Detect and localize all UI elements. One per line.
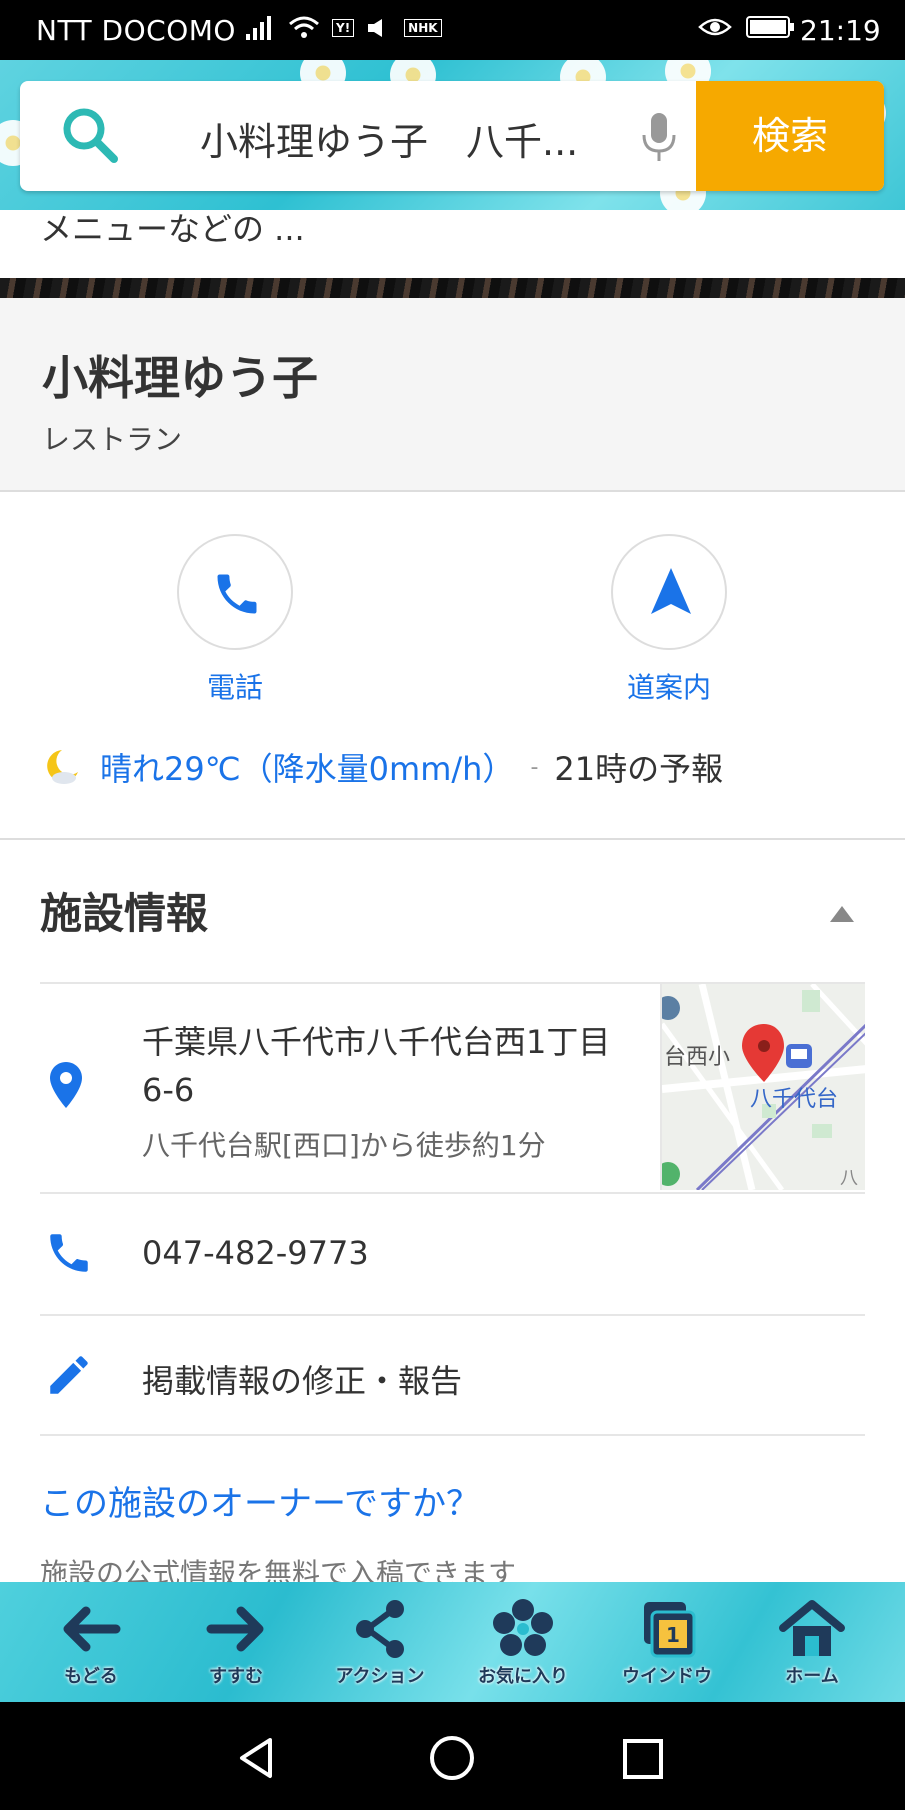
forward-button[interactable]: すすむ — [176, 1598, 296, 1688]
directions-label[interactable]: 道案内 — [609, 666, 729, 706]
call-button[interactable]: 電話 — [175, 534, 295, 706]
search-input[interactable]: 小料理ゆう子 八千... — [200, 111, 578, 166]
window-button[interactable]: 1 ウインドウ — [607, 1598, 727, 1688]
forecast-time: 21時の予報 — [554, 750, 724, 788]
microphone-icon[interactable] — [634, 109, 684, 165]
collapse-arrow-icon[interactable] — [830, 906, 854, 922]
status-icons-left: Y! NHK — [244, 14, 442, 42]
directions-button[interactable]: 道案内 — [609, 534, 729, 706]
owner-link[interactable]: この施設のオーナーですか？ — [40, 1476, 480, 1525]
pencil-icon — [50, 1356, 88, 1394]
action-button[interactable]: アクション — [320, 1598, 440, 1688]
address-text: 千葉県八千代市八千代台西1丁目6-6 — [142, 1023, 611, 1109]
arrow-right-icon — [206, 1606, 264, 1652]
forward-label: すすむ — [209, 1666, 263, 1687]
battery-icon — [746, 16, 794, 38]
home-icon — [779, 1600, 845, 1656]
favorites-button[interactable]: お気に入り — [463, 1598, 583, 1688]
phone-row[interactable]: 047-482-9773 — [40, 1192, 865, 1314]
image-strip — [0, 278, 905, 298]
result-snippet: メニューなどの ... — [0, 210, 905, 278]
map-edge-label: 八 — [840, 1168, 858, 1189]
window-label: ウインドウ — [622, 1666, 712, 1687]
carrier-name: NTT DOCOMO — [36, 14, 236, 47]
signal-icon — [246, 16, 271, 40]
phone-icon — [50, 1234, 88, 1272]
map-graphic: 台西小 八千代台 八 — [662, 984, 865, 1190]
navigation-arrow-icon — [651, 568, 691, 614]
weather-text[interactable]: 晴れ29℃（降水量0mm/h） — [100, 744, 514, 790]
arrow-left-icon — [63, 1606, 121, 1652]
place-category: レストラン — [42, 423, 183, 456]
speaker-icon — [368, 19, 383, 37]
window-count: 1 — [666, 1623, 680, 1647]
flower-icon — [493, 1599, 553, 1656]
eye-icon — [698, 18, 732, 36]
status-icons-right — [698, 14, 796, 40]
search-button[interactable]: 検索 — [696, 81, 884, 191]
bottom-toolbar: もどる すすむ アクション お気に入り 1 ウインドウ ホーム — [0, 1582, 905, 1702]
map-station-label: 八千代台 — [750, 1087, 838, 1112]
system-nav-bar — [0, 1702, 905, 1810]
action-panel: 電話 道案内 晴れ29℃（降水量0mm/h） - 21時の予報 — [0, 492, 905, 842]
home-button[interactable]: ホーム — [752, 1598, 872, 1688]
report-link[interactable]: 掲載情報の修正・報告 — [142, 1356, 462, 1402]
back-button[interactable]: もどる — [31, 1598, 151, 1688]
location-pin-icon — [50, 1062, 82, 1108]
section-divider — [0, 838, 905, 840]
favorites-label: お気に入り — [478, 1666, 568, 1687]
snippet-text: メニューなどの ... — [40, 210, 305, 248]
back-label: もどる — [64, 1666, 118, 1687]
call-label[interactable]: 電話 — [175, 666, 295, 706]
nav-home-icon[interactable] — [428, 1734, 476, 1782]
place-title: 小料理ゆう子 — [42, 351, 318, 405]
search-icon[interactable] — [60, 105, 120, 165]
nhk-badge-icon: NHK — [404, 19, 442, 37]
phone-icon — [217, 574, 257, 614]
directions-circle[interactable] — [611, 534, 727, 650]
facility-heading: 施設情報 — [40, 889, 209, 938]
report-row[interactable]: 掲載情報の修正・報告 — [40, 1314, 865, 1436]
share-icon — [356, 1600, 404, 1658]
home-label: ホーム — [785, 1666, 839, 1687]
yahoo-badge-icon: Y! — [332, 19, 355, 37]
call-circle[interactable] — [177, 534, 293, 650]
moon-cloud-icon — [47, 750, 78, 784]
wifi-icon — [289, 16, 319, 38]
map-school-label: 台西小 — [664, 1045, 730, 1070]
status-bar: NTT DOCOMO Y! NHK 21:19 — [0, 0, 905, 60]
search-bar[interactable]: 小料理ゆう子 八千... 検索 — [20, 81, 884, 191]
address-row[interactable]: 千葉県八千代市八千代台西1丁目6-6 八千代台駅[西口]から徒歩約1分 台西小 … — [40, 982, 865, 1192]
access-text: 八千代台駅[西口]から徒歩約1分 — [142, 1129, 546, 1162]
nav-back-icon[interactable] — [236, 1736, 276, 1780]
row-divider — [40, 1434, 865, 1436]
nav-recents-icon[interactable] — [622, 1738, 664, 1780]
clock: 21:19 — [800, 14, 881, 47]
weather-separator: - — [530, 754, 539, 780]
window-stack-icon: 1 — [644, 1602, 696, 1658]
map-thumbnail[interactable]: 台西小 八千代台 八 — [660, 984, 865, 1190]
weather-row: 晴れ29℃（降水量0mm/h） - 21時の予報 — [40, 742, 880, 792]
place-header: 小料理ゆう子 レストラン — [0, 298, 905, 492]
action-label: アクション — [335, 1666, 425, 1687]
phone-number[interactable]: 047-482-9773 — [142, 1234, 369, 1272]
